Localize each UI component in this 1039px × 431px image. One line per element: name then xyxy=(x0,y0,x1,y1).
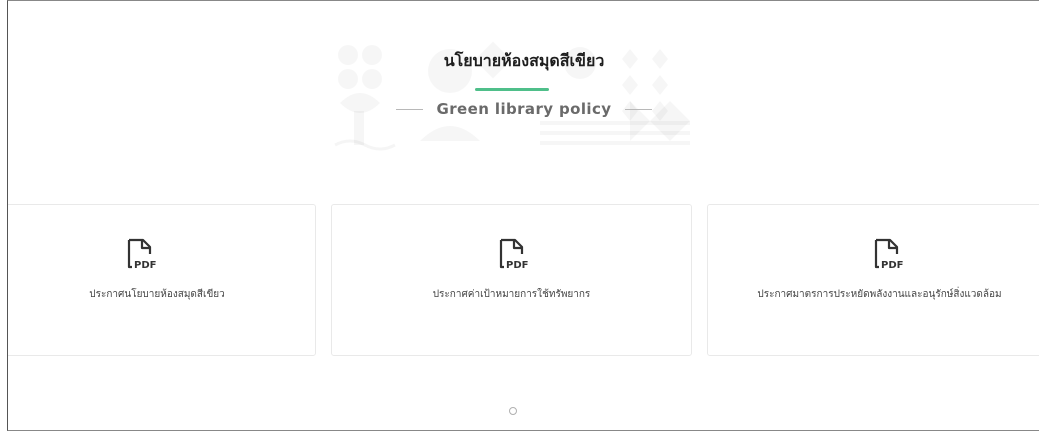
subtitle-left-rule xyxy=(395,108,423,110)
document-link-label[interactable]: ประกาศนโยบายห้องสมุดสีเขียว xyxy=(8,287,315,302)
pdf-file-icon: PDF xyxy=(127,238,156,271)
pdf-file-icon: PDF xyxy=(499,238,528,271)
subtitle-row: Green library policy xyxy=(8,100,1039,118)
subtitle-right-rule xyxy=(625,108,653,110)
carousel-pagination-dot[interactable] xyxy=(509,407,517,415)
section-subtitle: Green library policy xyxy=(436,100,612,118)
pdf-file-icon: PDF xyxy=(874,238,903,271)
document-link-label[interactable]: ประกาศค่าเป้าหมายการใช้ทรัพยากร xyxy=(332,287,691,302)
green-library-policy-section: นโยบายห้องสมุดสีเขียว Green library poli… xyxy=(7,0,1039,431)
document-card[interactable]: PDF ประกาศมาตรการประหยัดพลังงานและอนุรัก… xyxy=(707,204,1039,356)
document-card[interactable]: PDF ประกาศค่าเป้าหมายการใช้ทรัพยากร xyxy=(331,204,692,356)
section-title: นโยบายห้องสมุดสีเขียว xyxy=(443,51,605,70)
pdf-icon-text: PDF xyxy=(134,260,156,271)
pdf-icon-text: PDF xyxy=(881,260,903,271)
document-card[interactable]: PDF ประกาศนโยบายห้องสมุดสีเขียว xyxy=(8,204,316,356)
document-link-label[interactable]: ประกาศมาตรการประหยัดพลังงานและอนุรักษ์สิ… xyxy=(708,287,1039,302)
title-underline xyxy=(475,88,549,91)
pdf-icon-text: PDF xyxy=(506,260,528,271)
